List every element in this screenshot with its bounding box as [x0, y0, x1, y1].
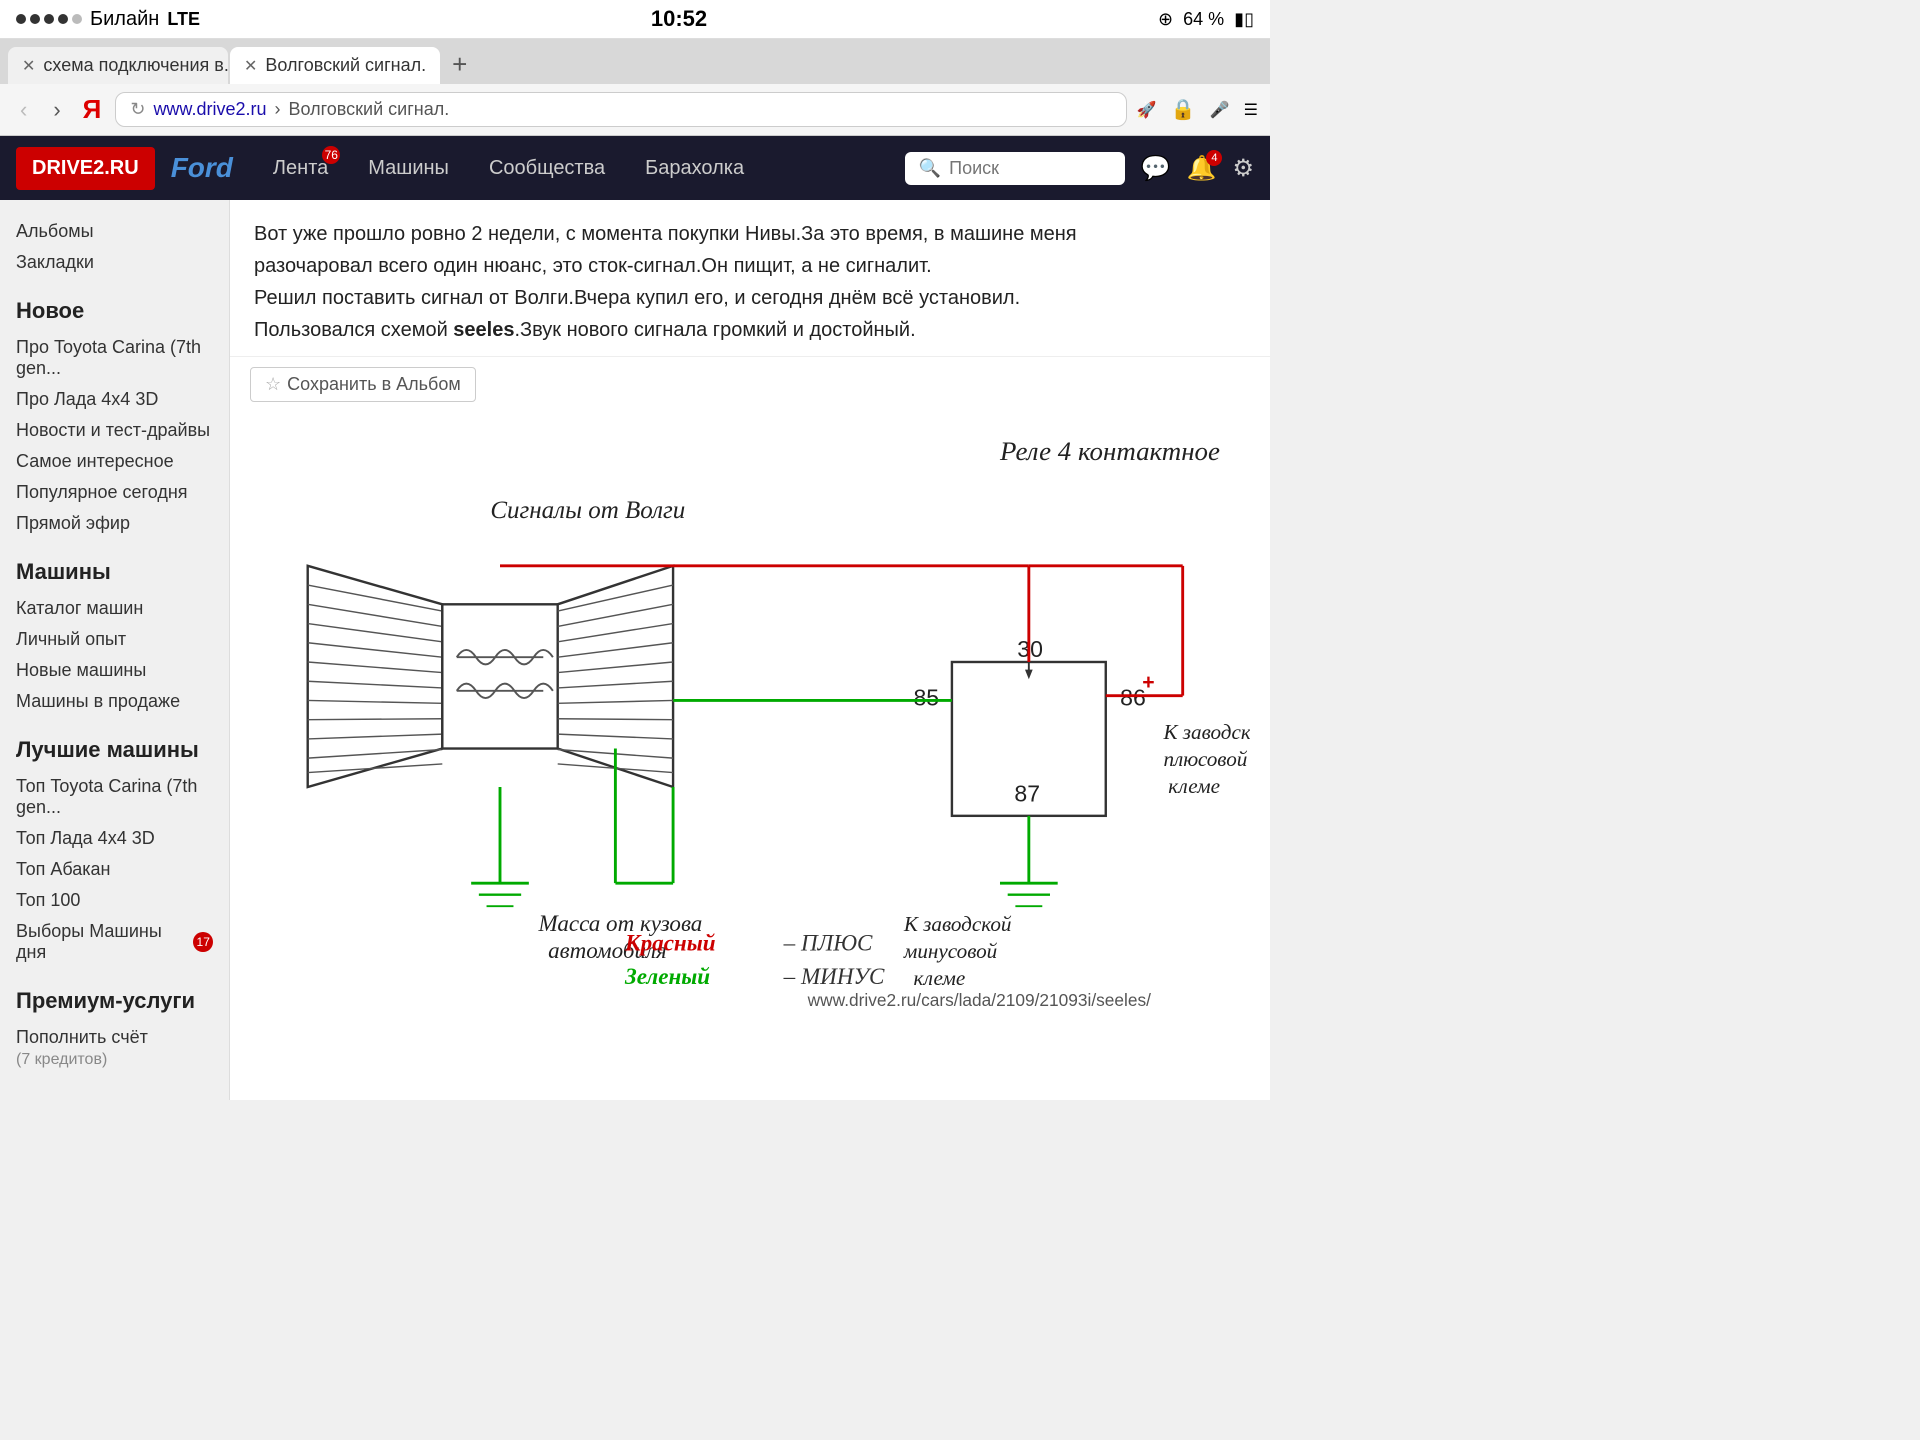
star-icon: ☆ [265, 374, 281, 395]
main-content: Вот уже прошло ровно 2 недели, с момента… [230, 200, 1270, 1100]
lock-icon: 🔒 [1171, 97, 1196, 122]
sidebar-item-popularnoe[interactable]: Популярное сегодня [16, 477, 213, 508]
article-line1: Вот уже прошло ровно 2 недели, с момента… [254, 218, 1246, 250]
sidebar-section-luchshie: Лучшие машины [16, 737, 213, 763]
sidebar-item-efir[interactable]: Прямой эфир [16, 508, 213, 539]
sidebar-item-top100[interactable]: Топ 100 [16, 885, 213, 916]
svg-text:плюсовой: плюсовой [1163, 747, 1247, 771]
page-layout: Альбомы Закладки Новое Про Toyota Carina… [0, 200, 1270, 1100]
toolbar-icons: 🚀 🔒 🎤 ☰ [1137, 97, 1258, 122]
svg-text:Сигналы от Волги: Сигналы от Волги [490, 497, 685, 524]
author-name: seeles [453, 319, 514, 341]
sidebar-item-top-lada[interactable]: Топ Лада 4x4 3D [16, 823, 213, 854]
nav-item-communities[interactable]: Сообщества [469, 136, 625, 200]
mic-icon[interactable]: 🎤 [1210, 100, 1230, 120]
settings-icon[interactable]: ⚙ [1232, 154, 1254, 183]
sidebar-item-prodazha[interactable]: Машины в продаже [16, 686, 213, 717]
sidebar-item-vybory[interactable]: Выборы Машины дня 17 [16, 916, 213, 968]
sidebar-item-novosti[interactable]: Новости и тест-драйвы [16, 415, 213, 446]
sidebar-item-albomy[interactable]: Альбомы [16, 216, 213, 247]
sidebar: Альбомы Закладки Новое Про Toyota Carina… [0, 200, 230, 1100]
nav-right-icons: 💬 🔔 4 ⚙ [1141, 154, 1254, 183]
sidebar-item-katalog[interactable]: Каталог машин [16, 593, 213, 624]
sidebar-item-novye[interactable]: Новые машины [16, 655, 213, 686]
clock: 10:52 [651, 6, 707, 32]
save-to-album-button[interactable]: ☆ Сохранить в Альбом [250, 367, 476, 402]
sidebar-section-novoe: Новое [16, 298, 213, 324]
wiring-diagram: Реле 4 контактное Сигналы от Волги [250, 412, 1250, 1008]
back-button[interactable]: ‹ [12, 93, 35, 127]
svg-text:www.drive2.ru/cars/lada/2109/2: www.drive2.ru/cars/lada/2109/21093i/seel… [807, 990, 1151, 1008]
nav-item-machines[interactable]: Машины [348, 136, 469, 200]
browser-toolbar: ‹ › Я ↻ www.drive2.ru › Волговский сигна… [0, 84, 1270, 136]
address-path: Волговский сигнал. [288, 99, 449, 120]
address-domain: www.drive2.ru [153, 99, 266, 120]
address-separator: › [274, 99, 280, 120]
battery-icon: ▮▯ [1234, 9, 1254, 30]
browser-tabs: ✕ схема подключения в... ✕ Волговский си… [0, 39, 1270, 84]
sidebar-section-premium: Премиум-услуги [16, 988, 213, 1014]
svg-text:+: + [1142, 671, 1154, 694]
forward-button[interactable]: › [45, 93, 68, 127]
carrier-label: Билайн [90, 8, 159, 31]
address-bar[interactable]: ↻ www.drive2.ru › Волговский сигнал. [115, 92, 1127, 127]
yandex-logo[interactable]: Я [79, 94, 106, 125]
status-bar: Билайн LTE 10:52 ⊕ 64 % ▮▯ [0, 0, 1270, 39]
nav-item-baraholka[interactable]: Барахолка [625, 136, 764, 200]
rocket-icon[interactable]: 🚀 [1137, 100, 1157, 120]
sidebar-item-zakладки[interactable]: Закладки [16, 247, 213, 278]
network-type: LTE [167, 9, 200, 30]
diagram-container: Реле 4 контактное Сигналы от Волги [250, 412, 1250, 1013]
svg-text:87: 87 [1014, 780, 1040, 806]
sidebar-item-opyt[interactable]: Личный опыт [16, 624, 213, 655]
svg-text:85: 85 [913, 684, 939, 710]
svg-text:Реле 4 контактное: Реле 4 контактное [999, 436, 1220, 466]
search-box[interactable]: 🔍 [905, 152, 1125, 185]
article-line2: разочаровал всего один нюанс, это сток-с… [254, 250, 1246, 282]
svg-text:Красный: Красный [624, 929, 716, 955]
messages-icon[interactable]: 💬 [1141, 154, 1171, 183]
svg-text:К заводской: К заводской [1162, 720, 1250, 744]
tab-label-1: Волговский сигнал. [265, 55, 426, 76]
battery-label: 64 % [1183, 9, 1224, 30]
sidebar-item-top-abakan[interactable]: Топ Абакан [16, 854, 213, 885]
svg-text:Зеленый: Зеленый [624, 963, 710, 989]
tab-0[interactable]: ✕ схема подключения в... [8, 47, 228, 84]
site-logo[interactable]: DRIVE2.RU [16, 147, 155, 190]
menu-icon[interactable]: ☰ [1244, 100, 1258, 120]
sidebar-item-samoe[interactable]: Самое интересное [16, 446, 213, 477]
sidebar-section-mashiny: Машины [16, 559, 213, 585]
tab-close-1[interactable]: ✕ [244, 56, 257, 76]
article-text: Вот уже прошло ровно 2 недели, с момента… [230, 200, 1270, 357]
sidebar-item-top-toyota[interactable]: Топ Toyota Carina (7th gen... [16, 771, 213, 823]
signal-dots [16, 14, 82, 24]
article-line4: Пользовался схемой seeles.Звук нового си… [254, 314, 1246, 346]
refresh-icon[interactable]: ↻ [130, 99, 145, 120]
tab-close-0[interactable]: ✕ [22, 56, 35, 76]
image-section: ☆ Сохранить в Альбом Реле 4 контактное С… [230, 357, 1270, 1033]
tab-label-0: схема подключения в... [43, 55, 228, 76]
search-icon: 🔍 [919, 158, 941, 179]
main-nav: DRIVE2.RU Ford Лента 76 Машины Сообществ… [0, 136, 1270, 200]
sidebar-item-toyota[interactable]: Про Toyota Carina (7th gen... [16, 332, 213, 384]
nav-item-lenta[interactable]: Лента 76 [253, 136, 348, 200]
svg-text:– ПЛЮС: – ПЛЮС [783, 929, 873, 955]
vybory-badge: 17 [193, 932, 213, 952]
tab-1[interactable]: ✕ Волговский сигнал. [230, 47, 440, 84]
svg-text:клеме: клеме [1168, 774, 1220, 798]
svg-text:К заводской: К заводской [903, 912, 1012, 936]
notifications-icon[interactable]: 🔔 4 [1187, 154, 1217, 183]
svg-text:минусовой: минусовой [903, 939, 998, 963]
new-tab-button[interactable]: + [442, 45, 477, 84]
lenta-badge: 76 [322, 146, 340, 164]
search-input[interactable] [949, 158, 1111, 179]
sidebar-item-popolnit[interactable]: Пополнить счёт(7 кредитов) [16, 1022, 213, 1074]
location-icon: ⊕ [1158, 9, 1173, 30]
article-line3: Решил поставить сигнал от Волги.Вчера ку… [254, 282, 1246, 314]
svg-text:– МИНУС: – МИНУС [783, 963, 885, 989]
notif-badge: 4 [1206, 150, 1222, 166]
ford-logo: Ford [171, 152, 233, 184]
sidebar-item-lada4x4[interactable]: Про Лада 4x4 3D [16, 384, 213, 415]
svg-text:клеме: клеме [913, 966, 965, 990]
